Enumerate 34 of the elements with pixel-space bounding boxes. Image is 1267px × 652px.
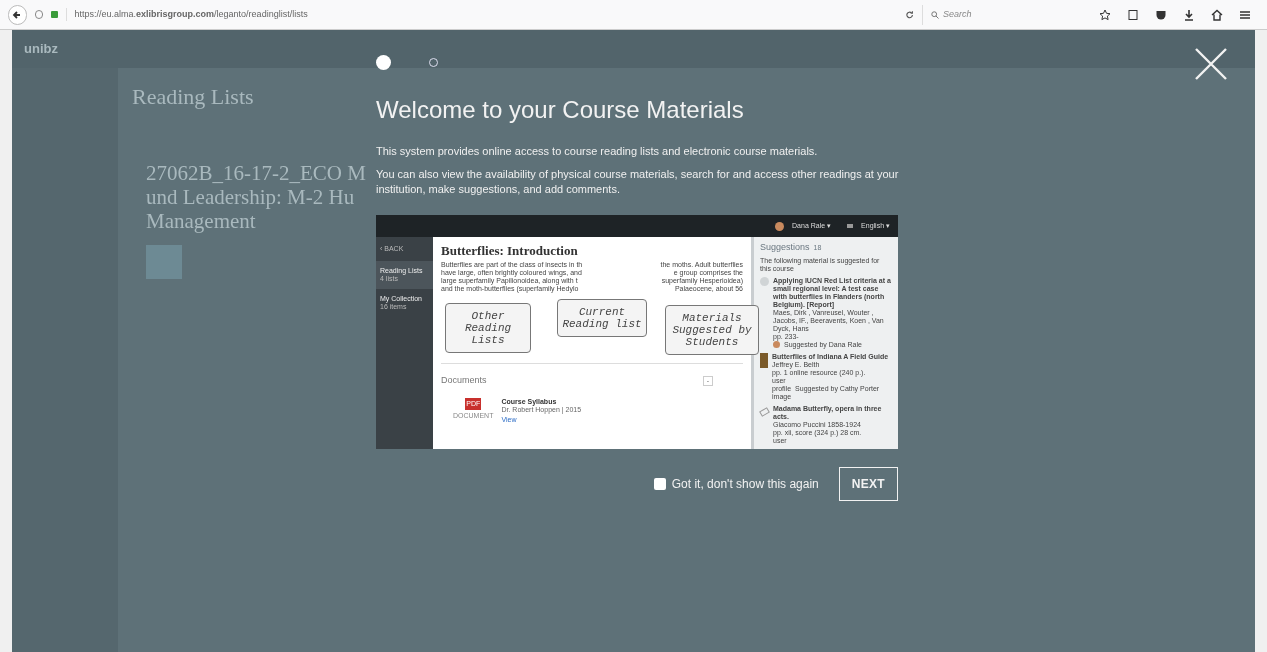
avatar-icon xyxy=(773,341,780,348)
book-cover xyxy=(760,352,768,368)
callout-bubble: Other Reading Lists xyxy=(445,303,531,353)
course-title: Management xyxy=(146,209,257,233)
modal-text: You can also view the availability of physical course materials, search for and access other readings at your institution, make suggestions, and add comments. xyxy=(376,167,900,197)
search-field[interactable]: Search xyxy=(943,7,1083,22)
list-heading: Butterflies: Introduction xyxy=(441,243,579,259)
back-arrow-icon xyxy=(12,9,23,20)
menu-icon[interactable] xyxy=(1239,8,1251,21)
next-button[interactable]: NEXT xyxy=(838,466,898,501)
star-icon[interactable] xyxy=(1099,8,1111,21)
home-icon[interactable] xyxy=(1211,8,1223,21)
section-heading: Documents xyxy=(441,374,487,387)
reload-icon[interactable] xyxy=(904,9,914,20)
callout-bubble: Current Reading list xyxy=(557,299,647,337)
pocket-icon[interactable] xyxy=(1155,8,1167,21)
course-thumbnail xyxy=(146,245,182,279)
logo: unibz xyxy=(24,40,58,59)
page-title: Reading Lists xyxy=(132,83,255,111)
callout-bubble: Materials Suggested by Students xyxy=(665,305,759,355)
download-icon[interactable] xyxy=(1183,8,1195,21)
modal-text: This system provides online access to course reading lists and electronic course materials. xyxy=(376,144,819,159)
course-title: und Leadership: M-2 Hu xyxy=(146,185,356,209)
search-icon xyxy=(931,10,939,19)
back-button[interactable] xyxy=(8,4,27,25)
url-field[interactable]: https://eu.alma.exlibrisgroup.com/leganto/readinglist/lists xyxy=(65,7,897,22)
avatar-icon xyxy=(775,221,785,231)
course-title: 27062B_16-17-2_ECO M xyxy=(146,161,366,185)
reading-list-icon[interactable] xyxy=(1127,8,1139,21)
modal-title: Welcome to your Course Materials xyxy=(376,95,745,125)
checkbox[interactable] xyxy=(653,477,666,490)
checkbox-label: Got it, don't show this again xyxy=(671,475,819,493)
flag-icon xyxy=(847,224,854,228)
suggestions-heading: Suggestions xyxy=(760,241,810,254)
